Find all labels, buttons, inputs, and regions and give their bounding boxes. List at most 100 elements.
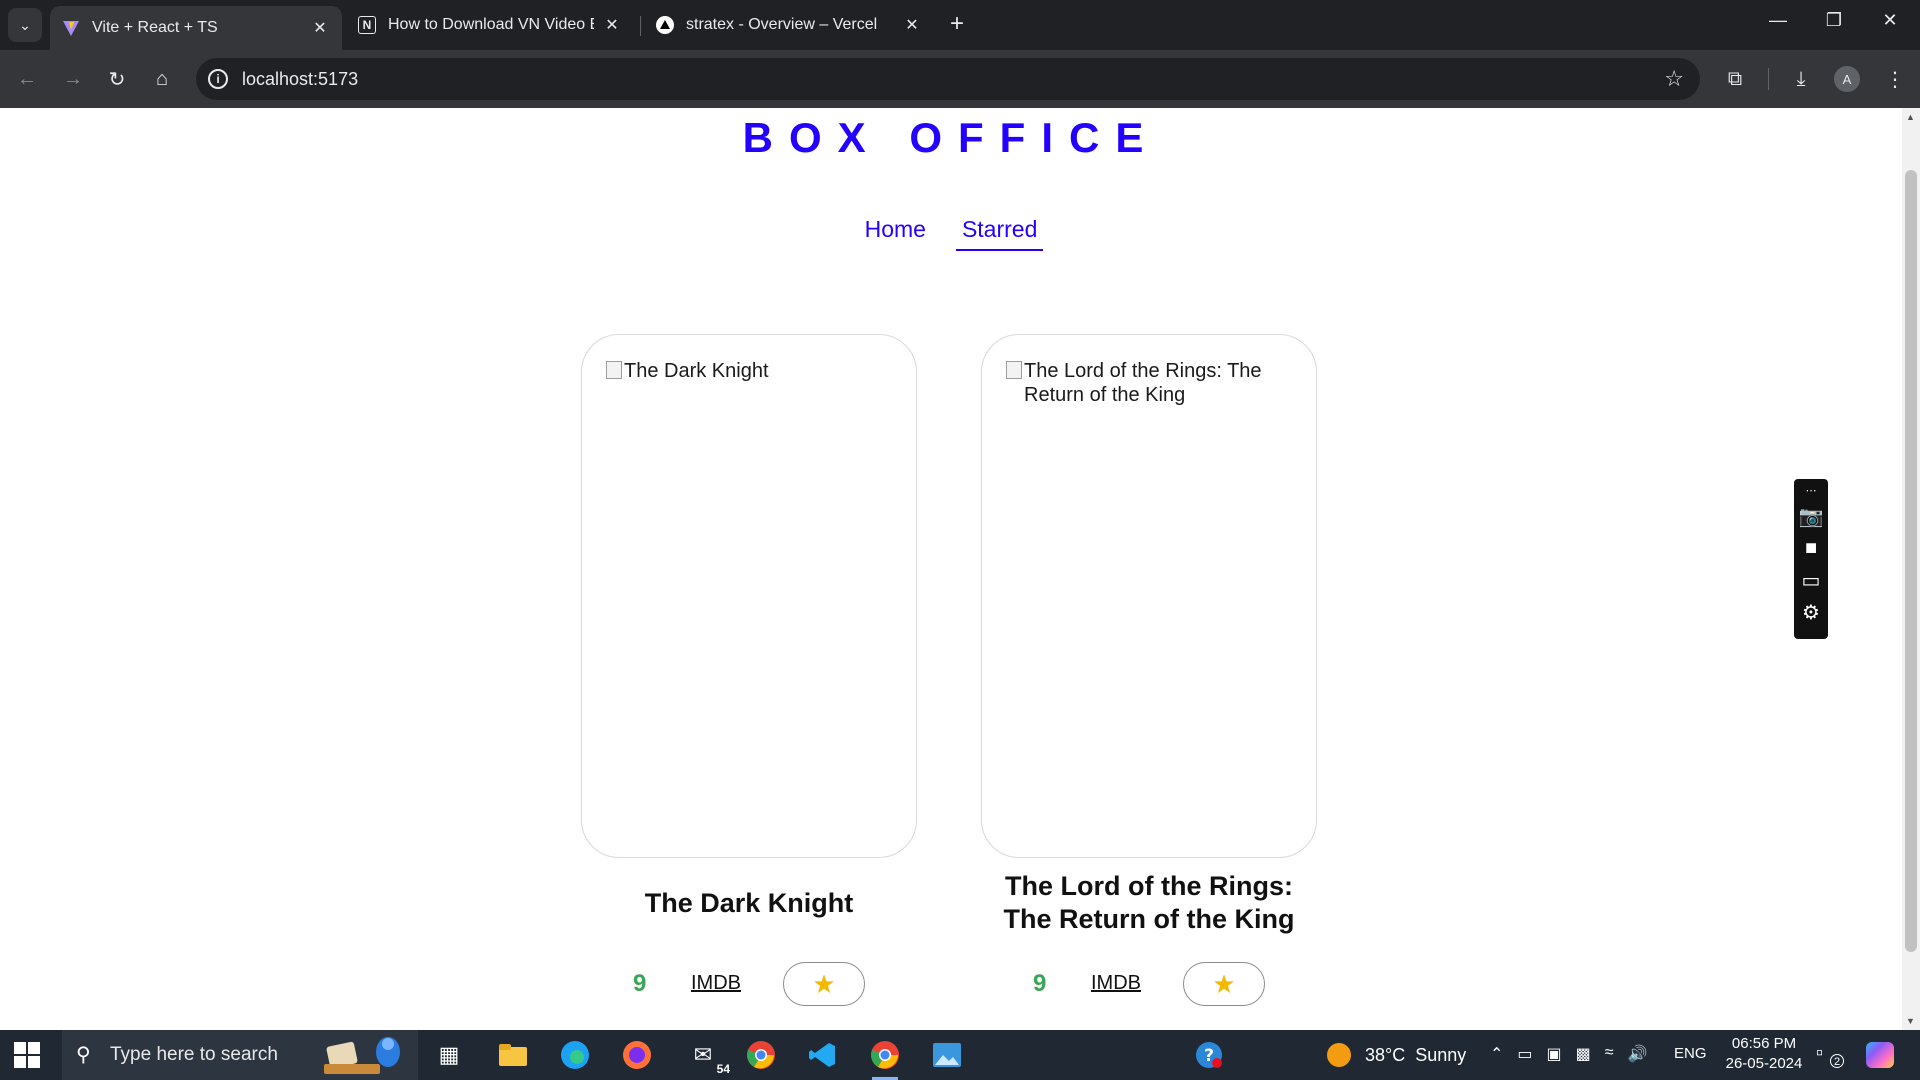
- broken-image-icon: [606, 361, 622, 379]
- browser-tab-strip: ⌄ Vite + React + TS ✕ N How to Download …: [0, 0, 1920, 50]
- imdb-link[interactable]: IMDB: [691, 972, 741, 995]
- site-info-icon[interactable]: i: [208, 69, 228, 89]
- show-rating: 9: [1033, 970, 1047, 997]
- vscode-icon[interactable]: [806, 1038, 840, 1072]
- search-icon: ⚲: [76, 1044, 91, 1066]
- tab-title: Vite + React + TS: [92, 19, 218, 36]
- edge-browser-icon[interactable]: [558, 1038, 592, 1072]
- page-scrollbar[interactable]: ▲ ▼: [1902, 108, 1920, 1030]
- chrome-profile-icon[interactable]: [868, 1038, 902, 1080]
- star-toggle-button[interactable]: ★: [1183, 962, 1265, 1006]
- tab-search-button[interactable]: ⌄: [8, 8, 42, 42]
- nav-home-link[interactable]: Home: [859, 216, 932, 251]
- mail-badge: 54: [716, 1062, 730, 1076]
- help-icon[interactable]: ?: [1192, 1038, 1226, 1072]
- photos-icon[interactable]: [930, 1038, 964, 1072]
- weather-widget[interactable]: 38°C Sunny: [1327, 1043, 1466, 1067]
- windows-start-icon[interactable]: [14, 1042, 40, 1068]
- clock[interactable]: 06:56 PM 26-05-2024: [1714, 1034, 1814, 1074]
- show-poster: The Dark Knight: [581, 334, 917, 858]
- scrollbar-thumb[interactable]: [1905, 170, 1917, 952]
- camera-tray-icon[interactable]: ▣: [1547, 1044, 1562, 1064]
- task-view-icon[interactable]: ▦: [432, 1038, 466, 1072]
- vite-logo-icon: [62, 19, 80, 37]
- minimize-button[interactable]: —: [1750, 10, 1806, 31]
- notification-center-icon[interactable]: ▫ 2: [1816, 1042, 1844, 1068]
- wifi-icon[interactable]: ≈: [1605, 1044, 1614, 1064]
- close-window-button[interactable]: ✕: [1862, 10, 1918, 31]
- clock-date: 26-05-2024: [1725, 1055, 1803, 1072]
- show-grid: The Dark Knight The Dark Knight 9 IMDB ★…: [581, 334, 1321, 1030]
- close-icon[interactable]: ✕: [902, 15, 922, 35]
- nav-starred-link[interactable]: Starred: [955, 216, 1044, 251]
- star-toggle-button[interactable]: ★: [783, 962, 865, 1006]
- battery-icon[interactable]: ▭: [1517, 1044, 1532, 1064]
- notification-count: 2: [1830, 1054, 1844, 1068]
- mail-icon[interactable]: ✉ 54: [686, 1038, 730, 1076]
- address-bar[interactable]: i localhost:5173 ☆: [196, 58, 1700, 100]
- extensions-icon[interactable]: ⧉: [1720, 64, 1750, 94]
- close-icon[interactable]: ✕: [602, 15, 622, 35]
- copilot-icon[interactable]: [1866, 1042, 1894, 1068]
- vercel-logo-icon: [656, 16, 674, 34]
- firefox-icon[interactable]: [620, 1038, 654, 1072]
- imdb-link[interactable]: IMDB: [1091, 972, 1141, 995]
- download-icon[interactable]: ⤓: [1786, 64, 1816, 94]
- link-more-icon[interactable]: ⋯: [1806, 483, 1817, 497]
- language-indicator[interactable]: ENG: [1674, 1045, 1707, 1062]
- close-icon[interactable]: ✕: [310, 18, 330, 38]
- display-icon[interactable]: ▩: [1576, 1044, 1591, 1064]
- volume-icon[interactable]: 🔊: [1628, 1044, 1648, 1064]
- system-tray: ⌃ ▭ ▣ ▩ ≈ 🔊: [1490, 1044, 1647, 1064]
- restore-button[interactable]: ❐: [1806, 10, 1862, 31]
- tab-title: How to Download VN Video Ed: [388, 16, 594, 33]
- weather-temp: 38°C: [1365, 1044, 1406, 1065]
- search-placeholder: Type here to search: [110, 1044, 278, 1065]
- broken-image-icon: [1006, 361, 1022, 379]
- scroll-down-arrow-icon[interactable]: ▼: [1906, 1016, 1915, 1026]
- chevron-down-icon: ⌄: [19, 16, 31, 33]
- sun-icon: [1327, 1043, 1351, 1067]
- clock-time: 06:56 PM: [1731, 1035, 1797, 1052]
- show-card-actions: 9 IMDB ★: [981, 962, 1317, 1006]
- tab-vite-react[interactable]: Vite + React + TS ✕: [50, 6, 342, 50]
- page-viewport: BOX OFFICE Home Starred The Dark Knight …: [0, 108, 1902, 1030]
- window-capture-icon[interactable]: ▭: [1802, 567, 1821, 593]
- page-title: BOX OFFICE: [742, 114, 1160, 161]
- reload-icon[interactable]: ↻: [102, 64, 132, 94]
- poster-alt-text: The Dark Knight: [606, 359, 892, 383]
- poster-alt-text: The Lord of the Rings: The Return of the…: [1006, 359, 1292, 407]
- file-explorer-icon[interactable]: [496, 1038, 530, 1072]
- home-icon[interactable]: ⌂: [147, 64, 177, 94]
- show-poster: The Lord of the Rings: The Return of the…: [981, 334, 1317, 858]
- forward-icon[interactable]: →: [58, 64, 88, 94]
- camera-icon[interactable]: 📷: [1799, 503, 1824, 529]
- scroll-up-arrow-icon[interactable]: ▲: [1906, 112, 1915, 122]
- windows-taskbar: ⚲ Type here to search ▦ ✉ 54 ? 38°C Sunn…: [0, 1030, 1920, 1080]
- main-nav: Home Starred: [0, 216, 1902, 251]
- toolbar-divider: [1768, 68, 1769, 90]
- show-card-actions: 9 IMDB ★: [581, 962, 917, 1006]
- chrome-icon[interactable]: [744, 1038, 778, 1072]
- chevron-up-icon[interactable]: ⌃: [1490, 1044, 1503, 1064]
- video-camera-icon[interactable]: ■: [1805, 535, 1817, 561]
- tab-separator: [640, 16, 641, 36]
- taskbar-search-box[interactable]: ⚲ Type here to search: [62, 1030, 418, 1080]
- browser-toolbar: ← → ↻ ⌂ i localhost:5173 ☆ ⧉ ⤓ ⋮: [0, 50, 1920, 108]
- screen-capture-toolbar: ⋯ 📷 ■ ▭ ⚙: [1794, 479, 1828, 639]
- tab-vercel[interactable]: stratex - Overview – Vercel ✕: [644, 6, 934, 44]
- profile-avatar[interactable]: A: [1834, 66, 1860, 92]
- show-title: The Dark Knight: [644, 887, 854, 918]
- show-rating: 9: [633, 970, 647, 997]
- kebab-menu-icon[interactable]: ⋮: [1880, 64, 1910, 94]
- star-filled-icon: ★: [1212, 968, 1236, 999]
- poster-alt-label: The Lord of the Rings: The Return of the…: [1024, 360, 1262, 406]
- url-text[interactable]: localhost:5173: [242, 69, 358, 90]
- tab-vn-video[interactable]: N How to Download VN Video Ed ✕: [346, 6, 634, 44]
- gear-icon[interactable]: ⚙: [1802, 599, 1820, 625]
- poster-alt-label: The Dark Knight: [624, 360, 769, 382]
- new-tab-button[interactable]: +: [950, 12, 964, 36]
- back-icon[interactable]: ←: [12, 64, 42, 94]
- tab-title: stratex - Overview – Vercel: [686, 16, 878, 33]
- bookmark-star-icon[interactable]: ☆: [1664, 66, 1684, 92]
